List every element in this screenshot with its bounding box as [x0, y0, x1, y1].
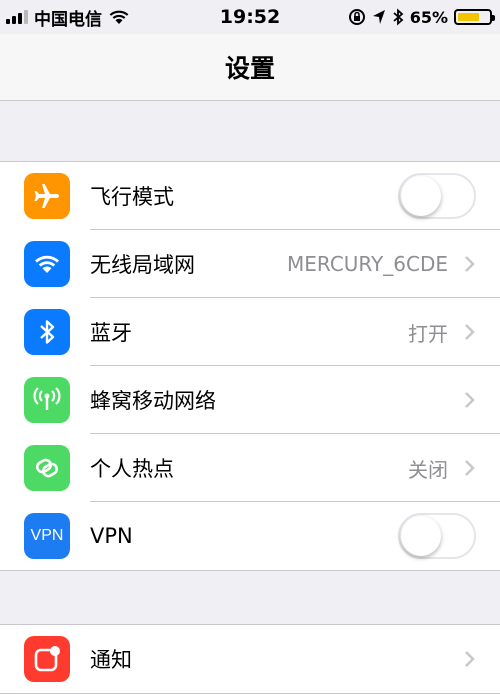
rotation-lock-icon: [348, 9, 365, 25]
bluetooth-label: 蓝牙: [90, 321, 132, 345]
airplane-mode-label: 飞行模式: [90, 185, 174, 209]
hotspot-link-icon: [24, 445, 70, 491]
bluetooth-icon: [24, 309, 70, 355]
vpn-row[interactable]: VPN VPN: [0, 502, 500, 570]
toggle-knob: [401, 176, 441, 216]
nav-bar: 设置: [0, 34, 500, 101]
airplane-mode-row[interactable]: 飞行模式: [0, 162, 500, 230]
cellular-label: 蜂窝移动网络: [90, 389, 216, 413]
vpn-label: VPN: [90, 524, 133, 548]
battery-icon: [454, 9, 495, 25]
vpn-icon: VPN: [24, 513, 70, 559]
airplane-mode-toggle[interactable]: [398, 173, 476, 219]
hotspot-status-value: 关闭: [408, 457, 448, 482]
airplane-icon: [24, 173, 70, 219]
wifi-icon: [24, 241, 70, 287]
hotspot-label: 个人热点: [90, 457, 174, 481]
bluetooth-row[interactable]: 蓝牙 打开: [0, 298, 500, 366]
notifications-label: 通知: [90, 648, 132, 672]
notifications-row[interactable]: 通知: [0, 625, 500, 693]
chevron-right-icon: [465, 324, 475, 340]
settings-group-notifications: 通知: [0, 624, 500, 694]
wifi-row[interactable]: 无线局域网 MERCURY_6CDE: [0, 230, 500, 298]
notification-icon: [24, 636, 70, 682]
location-icon: [372, 10, 385, 24]
battery-percent: 65%: [409, 7, 448, 27]
cellular-row[interactable]: 蜂窝移动网络: [0, 366, 500, 434]
chevron-right-icon: [465, 256, 475, 272]
cellular-antenna-icon: [24, 377, 70, 423]
hotspot-row[interactable]: 个人热点 关闭: [0, 434, 500, 502]
chevron-right-icon: [465, 651, 475, 667]
chevron-right-icon: [465, 392, 475, 408]
status-bar: 中国电信 19:52 65%: [0, 0, 500, 34]
status-right: 65%: [348, 7, 495, 27]
wifi-network-value: MERCURY_6CDE: [287, 252, 448, 276]
toggle-knob: [401, 516, 441, 556]
chevron-right-icon: [465, 460, 475, 476]
vpn-toggle[interactable]: [398, 513, 476, 559]
bluetooth-status-icon: [393, 8, 404, 26]
settings-group-connectivity: 飞行模式 无线局域网 MERCURY_6CDE 蓝牙 打开 蜂窝移动网络 个人热…: [0, 161, 500, 571]
bluetooth-status-value: 打开: [408, 321, 448, 346]
page-title: 设置: [224, 54, 275, 83]
wifi-label: 无线局域网: [90, 253, 195, 277]
